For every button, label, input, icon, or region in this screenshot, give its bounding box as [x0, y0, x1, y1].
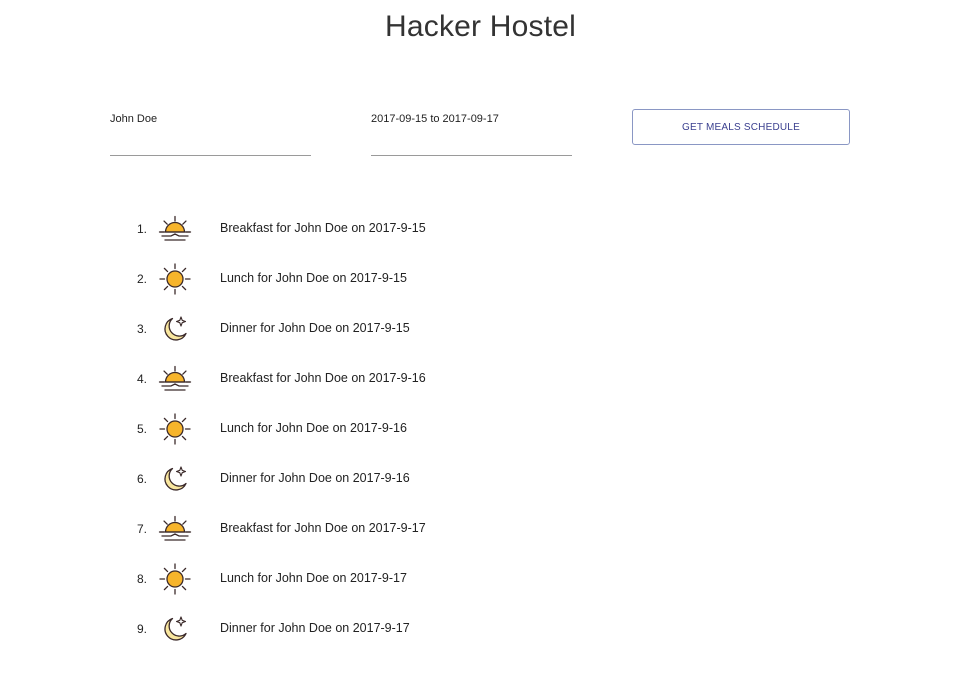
sun-icon — [157, 561, 193, 597]
list-item: 4. Breakfast for John Doe on 2017-9-16 — [130, 354, 530, 404]
list-item: 6. Dinner for John Doe on 2017-9-16 — [130, 454, 530, 504]
list-item-text: Breakfast for John Doe on 2017-9-16 — [220, 371, 426, 385]
page-title: Hacker Hostel — [385, 10, 576, 43]
list-item-text: Breakfast for John Doe on 2017-9-15 — [220, 221, 426, 235]
list-item-number: 6. — [136, 472, 147, 486]
moon-icon — [157, 611, 193, 647]
date-range-input[interactable] — [371, 112, 572, 126]
list-item-number: 5. — [136, 422, 147, 436]
date-range-field-container — [371, 109, 572, 156]
list-item: 1. Breakfast for John Doe on 2017-9-15 — [130, 204, 530, 254]
list-item-number: 2. — [136, 272, 147, 286]
list-item-text: Lunch for John Doe on 2017-9-15 — [220, 271, 407, 285]
list-item: 8. Lunch for John Doe on 2017-9-17 — [130, 554, 530, 604]
list-item: 9. Dinner for John Doe on 2017-9-17 — [130, 604, 530, 654]
list-item-text: Dinner for John Doe on 2017-9-16 — [220, 471, 410, 485]
list-item-text: Breakfast for John Doe on 2017-9-17 — [220, 521, 426, 535]
list-item: 5. Lunch for John Doe on 2017-9-16 — [130, 404, 530, 454]
sun-icon — [157, 261, 193, 297]
list-item: 2. Lunch for John Doe on 2017-9-15 — [130, 254, 530, 304]
sunrise-icon — [157, 211, 193, 247]
moon-icon — [157, 311, 193, 347]
list-item-number: 3. — [136, 322, 147, 336]
list-item-number: 4. — [136, 372, 147, 386]
get-meals-schedule-button[interactable]: GET MEALS SCHEDULE — [632, 109, 850, 145]
moon-icon — [157, 461, 193, 497]
list-item-number: 9. — [136, 622, 147, 636]
sun-icon — [157, 411, 193, 447]
list-item-text: Lunch for John Doe on 2017-9-16 — [220, 421, 407, 435]
list-item-text: Dinner for John Doe on 2017-9-15 — [220, 321, 410, 335]
name-field-container — [110, 109, 311, 156]
list-item-text: Dinner for John Doe on 2017-9-17 — [220, 621, 410, 635]
list-item: 7. Breakfast for John Doe on 2017-9-17 — [130, 504, 530, 554]
list-item-number: 8. — [136, 572, 147, 586]
sunrise-icon — [157, 361, 193, 397]
list-item: 3. Dinner for John Doe on 2017-9-15 — [130, 304, 530, 354]
list-item-number: 1. — [136, 222, 147, 236]
list-item-text: Lunch for John Doe on 2017-9-17 — [220, 571, 407, 585]
list-item-number: 7. — [136, 522, 147, 536]
sunrise-icon — [157, 511, 193, 547]
meal-list: 1. Breakfast for John Doe on 2017-9-15 2… — [130, 204, 530, 654]
name-input[interactable] — [110, 112, 311, 126]
